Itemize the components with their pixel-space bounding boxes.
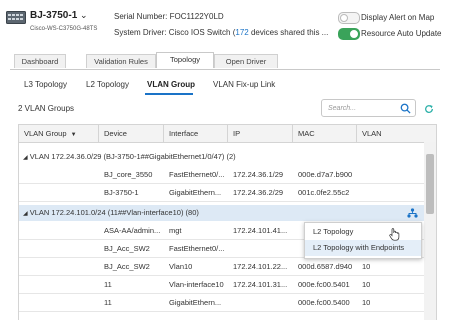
- cell-mac: 000e.d7a7.b900: [298, 170, 353, 179]
- tab-topology[interactable]: Topology: [156, 52, 214, 68]
- table-row[interactable]: 11 Vlan-interface10 172.24.101.31... 000…: [19, 276, 424, 294]
- display-alert-toggle[interactable]: [338, 12, 360, 24]
- table-row[interactable]: BJ-3750-1 GigabitEthern... 172.24.36.2/2…: [19, 184, 424, 202]
- cell-interface: FastEthernet0/...: [169, 170, 225, 179]
- hand-cursor-icon: [389, 228, 400, 241]
- column-header-vlan[interactable]: VLAN: [357, 125, 424, 142]
- collapse-triangle-icon[interactable]: ◢: [23, 155, 28, 161]
- search-input[interactable]: Search...: [321, 99, 416, 117]
- cell-vlan: [357, 184, 424, 201]
- resource-auto-update-toggle[interactable]: [338, 28, 360, 40]
- serial-value: FOC1122Y0LD: [169, 12, 224, 21]
- vlan-group-label: VLAN 172.24.36.0/29 (BJ-3750-1##GigabitE…: [29, 152, 236, 161]
- vlan-group-row[interactable]: ◢ VLAN 172.24.101.0/24 (11##Vlan-interfa…: [19, 205, 424, 221]
- cell-mac: 000e.fc00.5400: [298, 298, 350, 307]
- table-header: VLAN Group ▼ Device Interface IP MAC VLA…: [19, 125, 436, 143]
- driver-label: System Driver:: [114, 28, 167, 37]
- cell-ip: 172.24.101.41...: [233, 226, 288, 235]
- cell-device: BJ_core_3550: [104, 170, 153, 179]
- table-row[interactable]: BJ_Acc_SW2 Vlan10 172.24.101.22... 000d.…: [19, 258, 424, 276]
- cell-interface: mgt: [169, 226, 182, 235]
- cell-ip: [228, 240, 293, 257]
- cell-device: BJ_Acc_SW2: [104, 244, 150, 253]
- system-driver: System Driver: Cisco IOS Switch (172 dev…: [114, 28, 328, 37]
- cell-mac: 001c.0fe2.55c2: [298, 188, 350, 197]
- subtab-vlan-fixup-link[interactable]: VLAN Fix-up Link: [213, 80, 275, 89]
- cell-vlan: 10: [362, 298, 371, 307]
- device-model: Cisco-WS-C3750G-48TS: [30, 26, 98, 32]
- driver-value: Cisco IOS Switch (: [168, 28, 236, 37]
- column-header-ip[interactable]: IP: [228, 125, 293, 142]
- column-header-interface[interactable]: Interface: [164, 125, 228, 142]
- cell-ip: 172.24.101.31...: [233, 280, 288, 289]
- driver-device-count-link[interactable]: 172: [235, 28, 248, 37]
- refresh-icon[interactable]: [424, 104, 434, 114]
- vertical-scrollbar[interactable]: [424, 142, 436, 320]
- serial-number: Serial Number: FOC1122Y0LD: [114, 12, 224, 21]
- cell-interface: GigabitEthern...: [169, 188, 222, 197]
- active-subtab-indicator: [145, 93, 193, 95]
- topology-icon[interactable]: [407, 208, 418, 218]
- table-row[interactable]: BJ_core_3550 FastEthernet0/... 172.24.36…: [19, 166, 424, 184]
- switch-device-icon: [6, 11, 26, 24]
- cell-ip: [228, 294, 293, 311]
- sort-desc-icon: ▼: [70, 132, 77, 138]
- search-placeholder: Search...: [328, 105, 357, 112]
- cell-interface: Vlan-interface10: [169, 280, 224, 289]
- subtab-l2-topology[interactable]: L2 Topology: [86, 80, 129, 89]
- cell-ip: 172.24.36.2/29: [233, 188, 284, 197]
- device-name: BJ-3750-1: [30, 10, 78, 21]
- search-icon[interactable]: [400, 103, 411, 114]
- column-header-device[interactable]: Device: [99, 125, 164, 142]
- collapse-triangle-icon[interactable]: ◢: [23, 211, 28, 217]
- menu-item-l2-topology-with-endpoints[interactable]: L2 Topology with Endpoints: [305, 240, 421, 256]
- column-header-vlan-group[interactable]: VLAN Group ▼: [19, 125, 99, 142]
- subtab-l3-topology[interactable]: L3 Topology: [24, 80, 67, 89]
- cell-vlan: [357, 166, 424, 183]
- cell-device: BJ_Acc_SW2: [104, 262, 150, 271]
- display-alert-label: Display Alert on Map: [361, 13, 435, 22]
- scrollbar-thumb[interactable]: [426, 154, 434, 214]
- vlan-group-label: VLAN 172.24.101.0/24 (11##Vlan-interface…: [29, 208, 199, 217]
- tab-open-driver[interactable]: Open Driver: [214, 54, 278, 68]
- cell-interface: Vlan10: [169, 262, 193, 271]
- cell-vlan: 10: [362, 280, 371, 289]
- cell-interface: FastEthernet0/...: [169, 244, 225, 253]
- cell-device: 11: [104, 298, 112, 307]
- driver-suffix: devices shared this ...: [248, 28, 329, 37]
- menu-item-l2-topology[interactable]: L2 Topology: [305, 224, 421, 240]
- device-name-dropdown[interactable]: BJ-3750-1 ⌄: [30, 10, 88, 21]
- chevron-down-icon: ⌄: [80, 10, 88, 20]
- subtab-vlan-group[interactable]: VLAN Group: [147, 80, 195, 89]
- tab-validation-rules[interactable]: Validation Rules: [86, 54, 156, 68]
- context-menu: L2 Topology L2 Topology with Endpoints: [304, 222, 422, 259]
- vlan-group-row[interactable]: ◢ VLAN 172.24.36.0/29 (BJ-3750-1##Gigabi…: [19, 149, 424, 165]
- table-row[interactable]: 11 GigabitEthern... 000e.fc00.5400 10: [19, 294, 424, 312]
- cell-ip: 172.24.36.1/29: [233, 170, 284, 179]
- cell-device: 11: [104, 280, 112, 289]
- vlan-group-count: 2 VLAN Groups: [18, 104, 75, 113]
- resource-auto-update-label: Resource Auto Update: [361, 29, 442, 38]
- main-tab-bar: Dashboard Validation Rules Topology Open…: [10, 52, 440, 70]
- column-header-mac[interactable]: MAC: [293, 125, 357, 142]
- cell-mac: 000e.fc00.5401: [298, 280, 350, 289]
- cell-mac: 000d.6587.d940: [298, 262, 353, 271]
- cell-device: BJ-3750-1: [104, 188, 139, 197]
- cell-interface: GigabitEthern...: [169, 298, 222, 307]
- tab-dashboard[interactable]: Dashboard: [14, 54, 66, 68]
- column-label: VLAN Group: [24, 129, 67, 138]
- cell-ip: 172.24.101.22...: [233, 262, 288, 271]
- cell-device: ASA-AA/admin...: [104, 226, 161, 235]
- serial-label: Serial Number:: [114, 12, 168, 21]
- cell-vlan: 10: [362, 262, 371, 271]
